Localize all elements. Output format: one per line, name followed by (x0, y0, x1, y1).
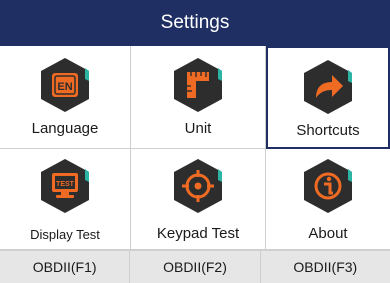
function-key-bar: OBDII(F1) OBDII(F2) OBDII(F3) (0, 250, 390, 283)
tile-label-keypad-test: Keypad Test (156, 225, 240, 242)
tile-language[interactable]: EN Language (0, 46, 131, 149)
tile-label-display-test: Display Test (30, 227, 100, 242)
tile-about[interactable]: About (266, 149, 390, 250)
tile-display-test[interactable]: TEST Display Test (0, 149, 131, 250)
language-icon: EN (41, 58, 89, 112)
tile-label-shortcuts: Shortcuts (296, 122, 360, 139)
tile-label-unit: Unit (184, 120, 212, 137)
display-test-icon: TEST (41, 159, 89, 213)
page-title: Settings (160, 12, 230, 33)
svg-text:TEST: TEST (56, 181, 75, 188)
tile-shortcuts[interactable]: Shortcuts (266, 46, 390, 149)
title-bar: Settings (0, 0, 390, 46)
about-icon (304, 159, 352, 213)
tile-unit[interactable]: Unit (131, 46, 266, 149)
svg-text:EN: EN (57, 81, 72, 93)
tile-label-about: About (308, 225, 348, 242)
settings-grid: EN Language Unit Shortcuts TEST Display … (0, 46, 390, 250)
f1-button[interactable]: OBDII(F1) (0, 251, 131, 283)
shortcuts-icon (304, 60, 352, 114)
tile-keypad-test[interactable]: Keypad Test (131, 149, 266, 250)
f2-button[interactable]: OBDII(F2) (130, 251, 261, 283)
f3-button[interactable]: OBDII(F3) (261, 251, 390, 283)
tile-label-language: Language (31, 120, 99, 137)
unit-icon (174, 58, 222, 112)
keypad-test-icon (174, 159, 222, 213)
